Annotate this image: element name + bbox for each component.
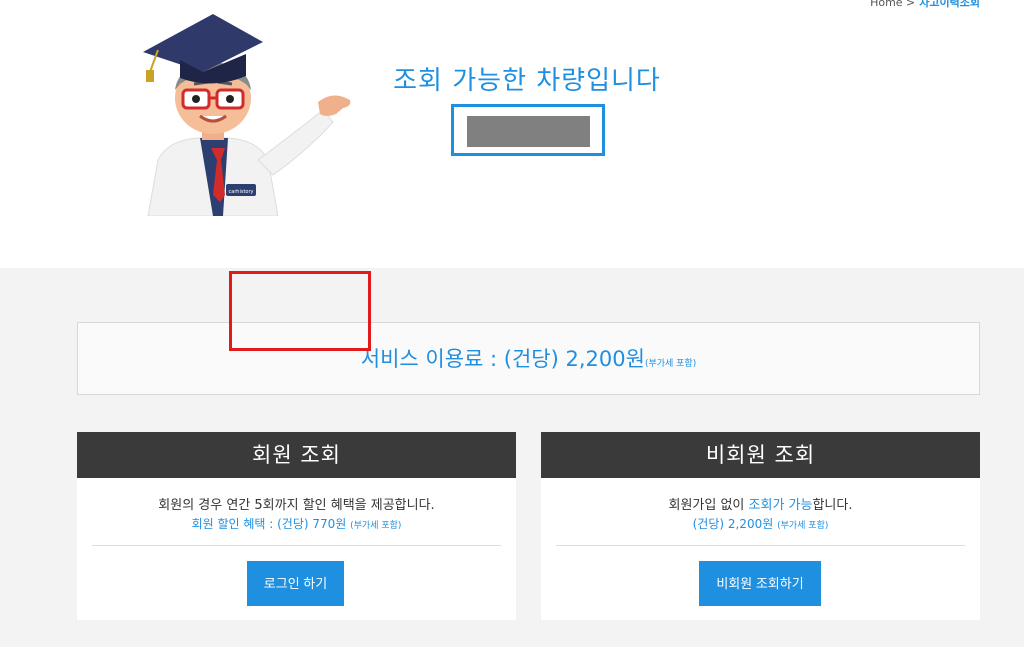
member-card-divider [92, 545, 501, 546]
plate-number-box [451, 104, 605, 156]
guest-price-note: (부가세 포함) [777, 521, 829, 531]
guest-lookup-button[interactable]: 비회원 조회하기 [699, 561, 821, 606]
service-fee-box: 서비스 이용료 : (건당) 2,200원(부가세 포함) [77, 322, 980, 395]
guest-card-title: 비회원 조회 [541, 432, 980, 478]
guest-info-highlight: 조회가 가능 [748, 498, 813, 513]
login-button[interactable]: 로그인 하기 [247, 561, 344, 606]
guest-info-prefix: 회원가입 없이 [668, 498, 749, 513]
breadcrumb-home[interactable]: Home > [870, 0, 915, 9]
service-fee-label: 서비스 이용료 : (건당) 2,200원 [360, 347, 645, 371]
member-card-title: 회원 조회 [77, 432, 516, 478]
lookup-section: 서비스 이용료 : (건당) 2,200원(부가세 포함) 회원 조회 회원의 … [0, 268, 1024, 647]
mascot-badge: carhistory [229, 189, 254, 195]
member-discount-price: 회원 할인 혜택 : (건당) 770원 [191, 517, 347, 531]
result-title: 조회 가능한 차량입니다 [393, 66, 661, 96]
guest-info-text: 회원가입 없이 조회가 가능합니다. [541, 494, 980, 513]
doctor-mascot-icon: carhistory [143, 14, 351, 216]
member-lookup-card: 회원 조회 회원의 경우 연간 5회까지 할인 혜택을 제공합니다. 회원 할인… [77, 432, 516, 620]
guest-lookup-card: 비회원 조회 회원가입 없이 조회가 가능합니다. (건당) 2,200원 (부… [541, 432, 980, 620]
member-discount-note: (부가세 포함) [350, 521, 402, 531]
guest-info-suffix: 합니다. [812, 498, 853, 513]
breadcrumb: Home > 차고이력조회 [870, 0, 980, 10]
result-section: Home > 차고이력조회 carhistory 조회 가능한 차량입니다 [0, 0, 1024, 268]
guest-price: (건당) 2,200원 [692, 517, 774, 531]
member-benefit-text: 회원의 경우 연간 5회까지 할인 혜택을 제공합니다. [158, 498, 435, 513]
breadcrumb-current: 차고이력조회 [919, 0, 980, 9]
plate-number-masked [467, 116, 590, 147]
service-fee-note: (부가세 포함) [644, 359, 697, 369]
guest-card-divider [556, 545, 965, 546]
